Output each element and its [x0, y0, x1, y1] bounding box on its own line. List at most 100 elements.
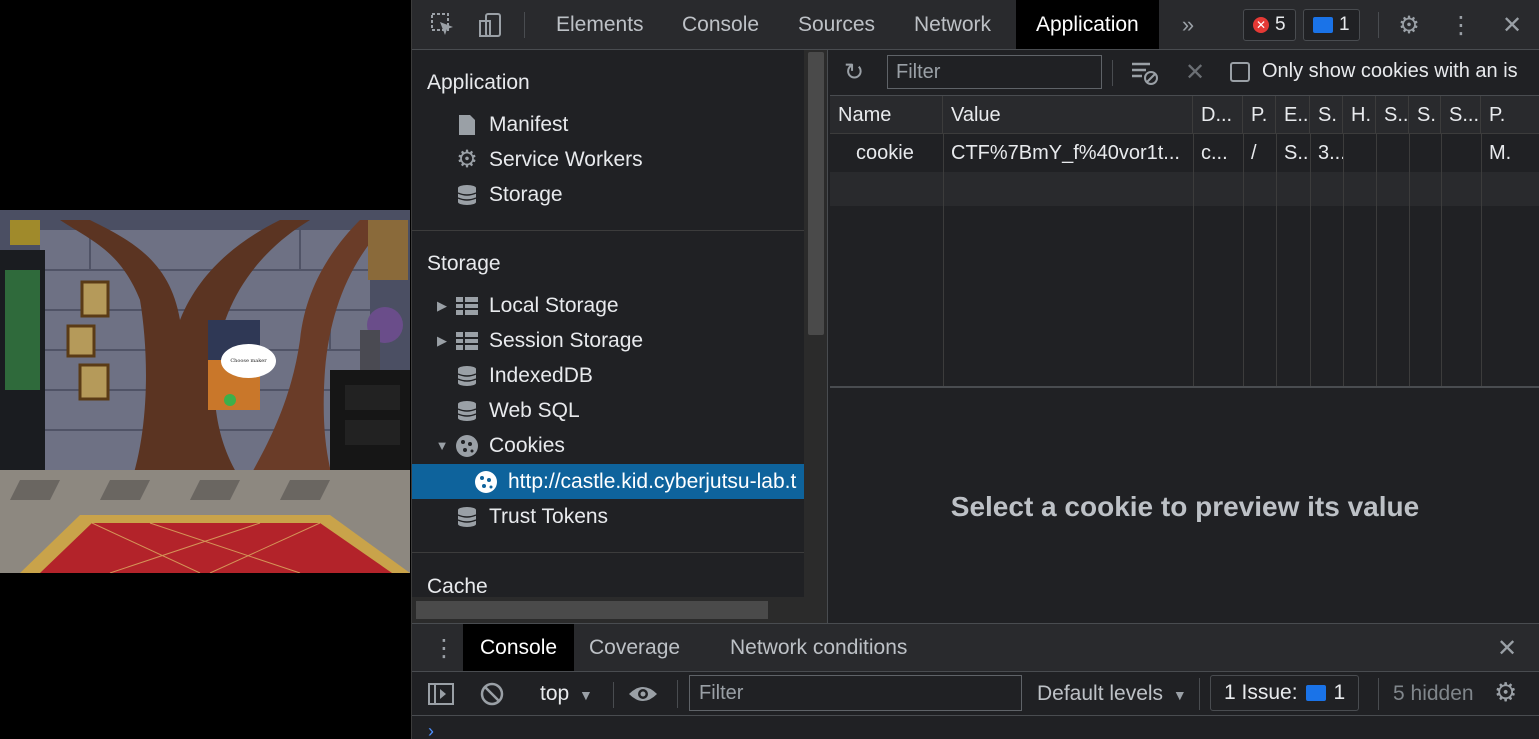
toolbar-separator	[1378, 678, 1379, 710]
database-icon	[455, 399, 479, 423]
sidebar-item-cookie-origin[interactable]: http://castle.kid.cyberjutsu-lab.t	[412, 464, 804, 499]
errors-count: 5	[1275, 14, 1286, 35]
console-prompt-icon[interactable]: ›	[428, 721, 434, 739]
vertical-scrollbar[interactable]	[804, 50, 827, 623]
database-icon	[455, 505, 479, 529]
section-divider	[412, 552, 804, 553]
context-selector[interactable]: top ▼	[540, 682, 593, 706]
issues-button[interactable]: 1 Issue: 1	[1210, 675, 1360, 711]
issue-message-icon	[1305, 685, 1326, 701]
column-header-secure[interactable]: S..	[1376, 96, 1409, 134]
inspect-element-icon[interactable]	[430, 12, 456, 38]
column-header-sameparty[interactable]: S...	[1441, 96, 1481, 134]
section-title-cache: Cache	[427, 575, 488, 598]
sidebar-item-web-sql[interactable]: Web SQL	[412, 393, 804, 428]
dropdown-arrow-icon: ▼	[579, 687, 593, 703]
tab-console[interactable]: Console	[662, 0, 779, 49]
column-header-value[interactable]: Value	[943, 96, 1193, 134]
table-row-stripe	[830, 172, 1539, 206]
sidebar-item-service-workers[interactable]: ⚙ Service Workers	[412, 142, 804, 177]
toolbar-separator	[1378, 12, 1379, 38]
only-issues-label: Only show cookies with an is	[1262, 60, 1518, 82]
column-divider	[1193, 134, 1194, 386]
more-tabs-icon[interactable]: »	[1175, 12, 1201, 38]
column-header-path[interactable]: P.	[1243, 96, 1276, 134]
drawer-tab-coverage[interactable]: Coverage	[572, 624, 697, 671]
settings-gear-icon[interactable]: ⚙	[1396, 12, 1422, 39]
cell-priority: M.	[1489, 142, 1512, 164]
column-header-priority[interactable]: P.	[1481, 96, 1539, 134]
column-header-domain[interactable]: D...	[1193, 96, 1243, 134]
sidebar-item-session-storage[interactable]: ▶ Session Storage	[412, 323, 804, 358]
expand-arrow-icon[interactable]: ▶	[435, 333, 449, 349]
sidebar-item-cookies[interactable]: ▼ Cookies	[412, 428, 804, 463]
drawer-menu-icon[interactable]: ⋮	[432, 634, 456, 663]
refresh-icon[interactable]: ↻	[844, 58, 864, 87]
column-header-httponly[interactable]: H.	[1343, 96, 1376, 134]
cookie-icon	[455, 434, 479, 458]
tab-elements[interactable]: Elements	[536, 0, 664, 49]
messages-badge[interactable]: 1	[1303, 9, 1360, 41]
column-divider	[1441, 134, 1442, 386]
sidebar-item-trust-tokens[interactable]: Trust Tokens	[412, 499, 804, 534]
clear-console-icon[interactable]	[480, 682, 504, 711]
delete-selected-icon[interactable]: ✕	[1185, 58, 1205, 87]
column-divider	[1243, 134, 1244, 386]
log-levels-dropdown[interactable]: Default levels ▼	[1037, 682, 1187, 706]
speech-bubble: Choose maker	[221, 344, 276, 378]
cookie-preview-placeholder: Select a cookie to preview its value	[950, 490, 1420, 522]
sidebar-item-local-storage[interactable]: ▶ Local Storage	[412, 288, 804, 323]
toolbar-separator	[1199, 678, 1200, 710]
sidebar-item-storage[interactable]: Storage	[412, 177, 804, 212]
column-divider	[943, 134, 944, 386]
cell-size: 3...	[1318, 142, 1343, 164]
close-devtools-icon[interactable]: ✕	[1499, 12, 1525, 39]
expand-arrow-icon[interactable]: ▶	[435, 298, 449, 314]
clear-filtered-icon[interactable]	[1130, 60, 1160, 91]
toolbar-separator	[677, 680, 678, 708]
page-viewport: Choose maker	[0, 0, 410, 739]
cookies-filter-input[interactable]: Filter	[887, 55, 1102, 89]
column-header-expires[interactable]: E..	[1276, 96, 1310, 134]
errors-badge[interactable]: ✕ 5	[1243, 9, 1296, 41]
sidebar-toggle-icon[interactable]	[428, 683, 454, 710]
column-header-samesite[interactable]: S.	[1409, 96, 1441, 134]
cell-domain: c...	[1201, 142, 1228, 164]
console-settings-gear-icon[interactable]: ⚙	[1494, 677, 1517, 708]
cell-name: cookie	[856, 142, 914, 164]
sidebar-item-manifest[interactable]: Manifest	[412, 107, 804, 142]
column-divider	[1343, 134, 1344, 386]
device-toolbar-icon[interactable]	[477, 12, 503, 38]
drawer-tab-network-conditions[interactable]: Network conditions	[713, 624, 924, 671]
cookie-icon	[474, 470, 498, 494]
cell-path: /	[1251, 142, 1257, 164]
devtools-tabbar: Elements Console Sources Network Applica…	[412, 0, 1539, 50]
message-icon	[1313, 17, 1333, 33]
column-divider	[1409, 134, 1410, 386]
tab-sources[interactable]: Sources	[778, 0, 895, 49]
drawer-tab-console[interactable]: Console	[463, 624, 575, 671]
tab-application[interactable]: Application	[1016, 0, 1159, 49]
toolbar-separator	[613, 682, 614, 708]
column-header-size[interactable]: S.	[1310, 96, 1343, 134]
close-drawer-icon[interactable]: ✕	[1497, 634, 1517, 663]
kebab-menu-icon[interactable]: ⋮	[1448, 12, 1474, 39]
cookies-table: Name Value D... P. E.. S. H. S.. S. S...…	[830, 96, 1539, 388]
drawer-tabbar: ⋮ Console Coverage Network conditions ✕	[412, 624, 1539, 672]
castle-room-image[interactable]	[0, 210, 410, 573]
tab-network[interactable]: Network	[894, 0, 1011, 49]
horizontal-scrollbar[interactable]	[412, 597, 804, 623]
grid-icon	[455, 329, 479, 353]
database-icon	[455, 364, 479, 388]
sidebar-item-indexeddb[interactable]: IndexedDB	[412, 358, 804, 393]
live-expression-eye-icon[interactable]	[628, 683, 658, 710]
column-header-name[interactable]: Name	[830, 96, 943, 134]
horizontal-scrollbar-thumb[interactable]	[416, 601, 768, 619]
collapse-arrow-icon[interactable]: ▼	[435, 438, 449, 453]
cookies-panel: ↻ Filter ✕ Only show cookies with an is …	[830, 50, 1539, 623]
only-issues-checkbox[interactable]	[1230, 62, 1250, 82]
section-title-application: Application	[427, 71, 530, 94]
vertical-scrollbar-thumb[interactable]	[808, 52, 824, 335]
file-icon	[455, 113, 479, 137]
console-filter-input[interactable]: Filter	[689, 675, 1022, 711]
